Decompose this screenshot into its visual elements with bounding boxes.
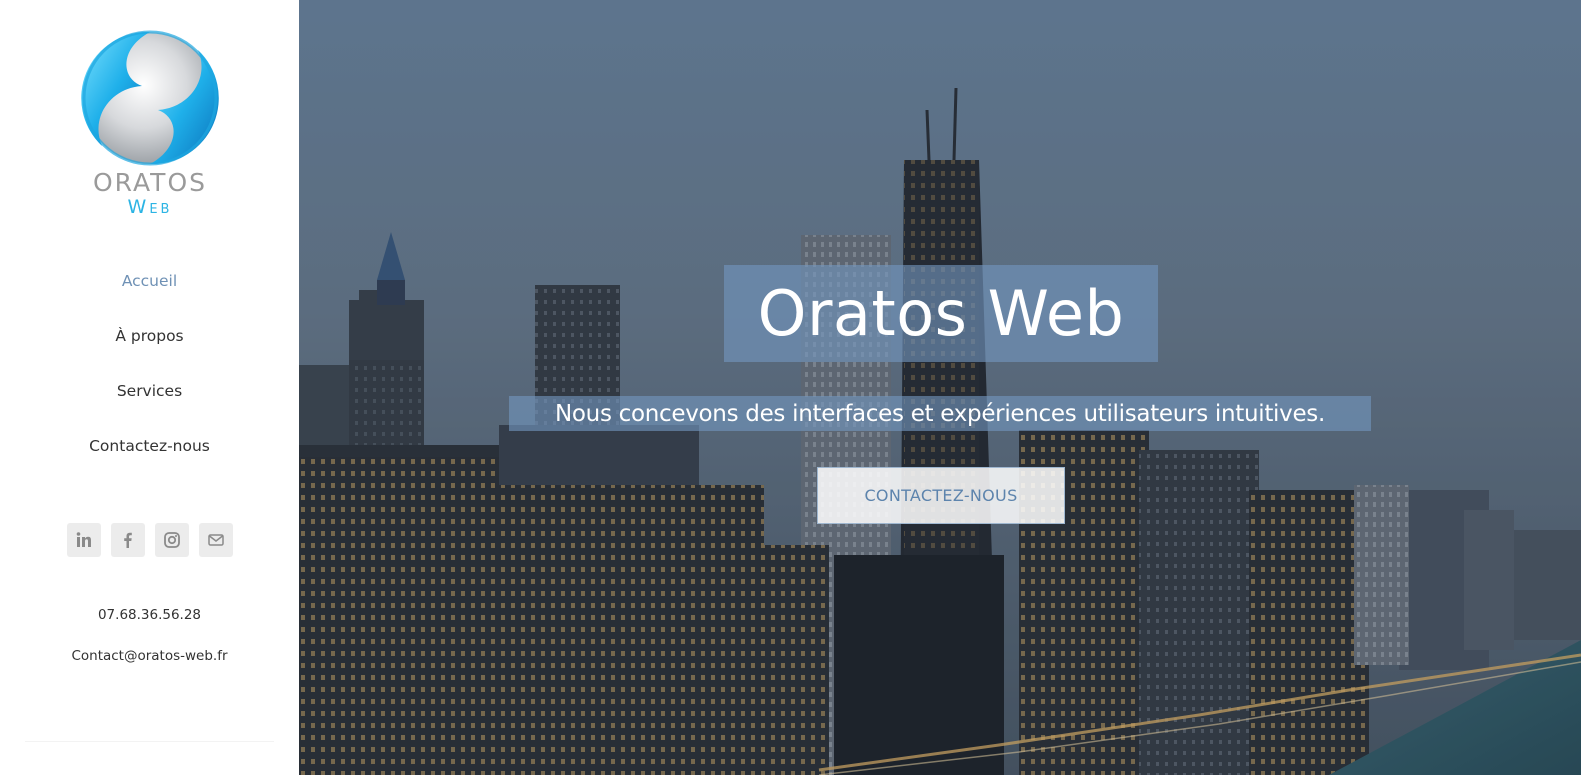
facebook-icon bbox=[124, 532, 132, 548]
email-button[interactable] bbox=[199, 523, 233, 557]
instagram-icon bbox=[164, 532, 180, 548]
logo-wordmark-bottom: Web bbox=[127, 196, 173, 218]
logo[interactable]: ORATOS Web bbox=[80, 28, 220, 223]
social-links bbox=[67, 523, 233, 557]
logo-wordmark-top: ORATOS bbox=[92, 168, 207, 197]
hero-section: Oratos Web Nous concevons des interfaces… bbox=[299, 0, 1581, 775]
city-skyline-background bbox=[299, 0, 1581, 775]
nav-item-contactez-nous[interactable]: Contactez-nous bbox=[0, 428, 299, 483]
contact-cta-button[interactable]: CONTACTEZ-NOUS bbox=[817, 467, 1065, 524]
email-address[interactable]: Contact@oratos-web.fr bbox=[0, 648, 299, 664]
logo-emblem-icon bbox=[81, 30, 219, 166]
instagram-button[interactable] bbox=[155, 523, 189, 557]
facebook-button[interactable] bbox=[111, 523, 145, 557]
nav-item-a-propos[interactable]: À propos bbox=[0, 318, 299, 373]
hero-title: Oratos Web bbox=[757, 277, 1125, 350]
hero-subtitle: Nous concevons des interfaces et expérie… bbox=[554, 400, 1326, 427]
hero-subtitle-box: Nous concevons des interfaces et expérie… bbox=[509, 396, 1371, 431]
nav-item-services[interactable]: Services bbox=[0, 373, 299, 428]
phone-number[interactable]: 07.68.36.56.28 bbox=[0, 607, 299, 623]
mail-icon bbox=[208, 534, 224, 546]
hero-title-box: Oratos Web bbox=[724, 265, 1158, 362]
page: ORATOS Web Accueil À propos Services Con… bbox=[0, 0, 1581, 775]
nav-item-accueil[interactable]: Accueil bbox=[0, 263, 299, 318]
linkedin-button[interactable] bbox=[67, 523, 101, 557]
linkedin-icon bbox=[76, 532, 91, 547]
sidebar: ORATOS Web Accueil À propos Services Con… bbox=[0, 0, 299, 775]
main-nav: Accueil À propos Services Contactez-nous bbox=[0, 263, 299, 483]
divider bbox=[25, 741, 274, 742]
